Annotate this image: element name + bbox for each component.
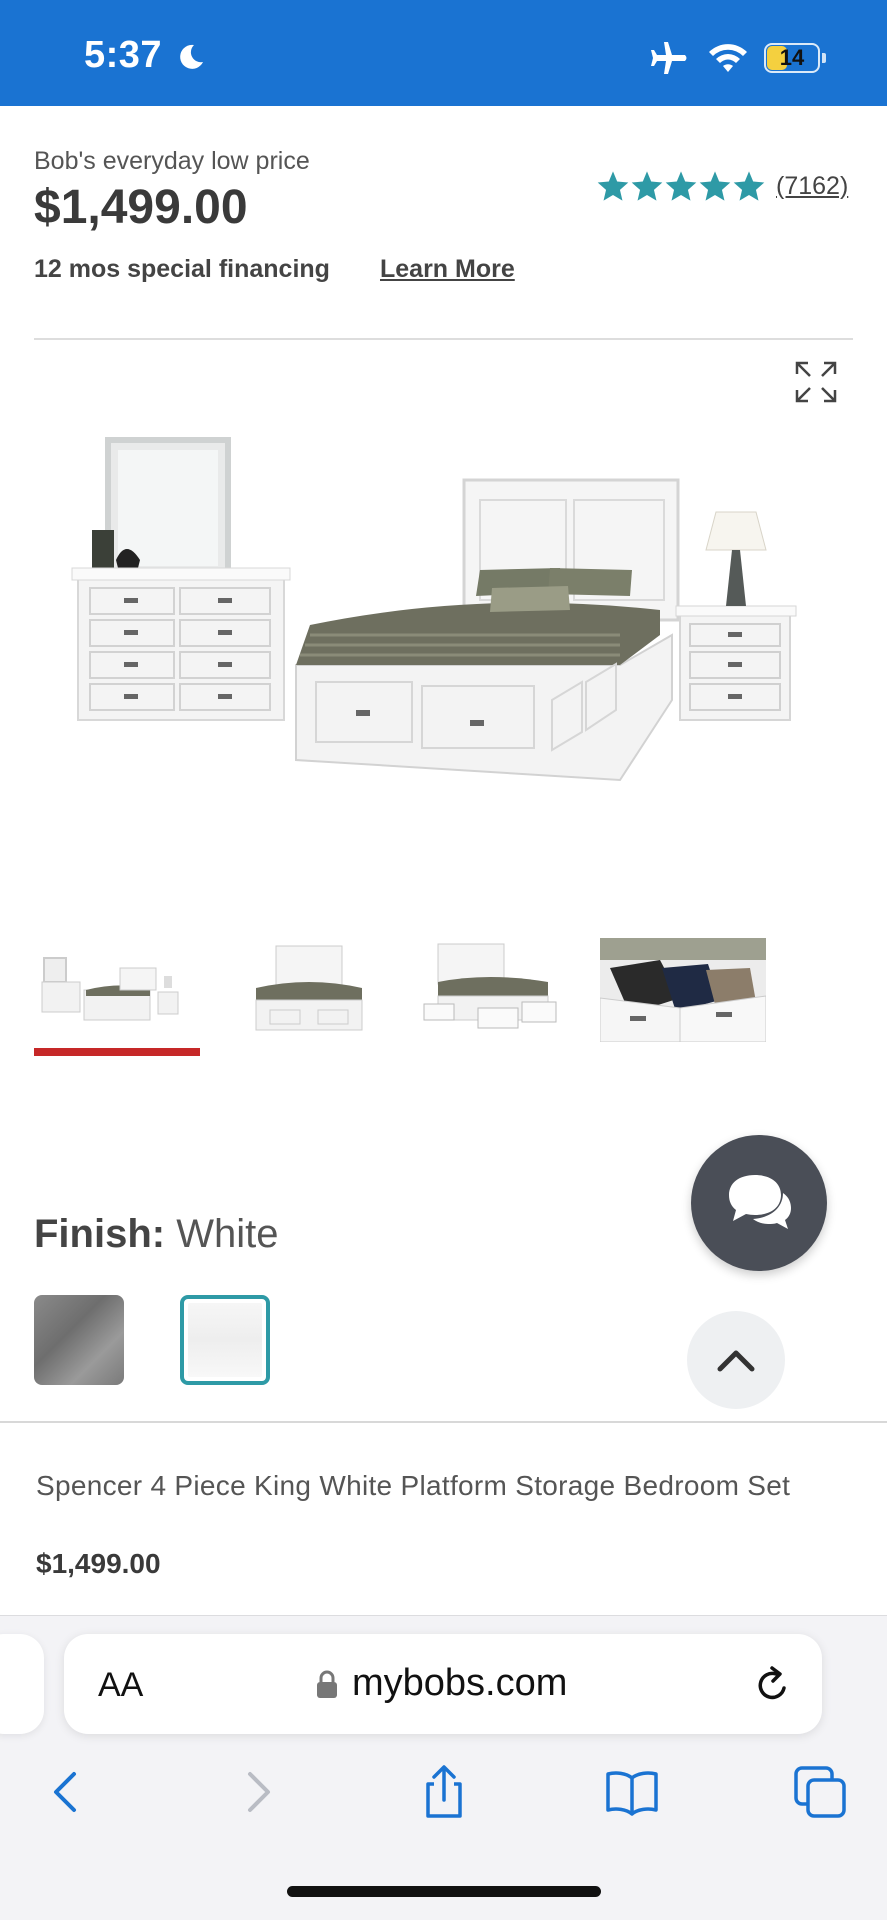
home-indicator[interactable]	[287, 1886, 601, 1897]
status-time: 5:37	[84, 34, 163, 76]
bedroom-set-image[interactable]	[60, 420, 820, 820]
learn-more-link[interactable]: Learn More	[380, 255, 515, 284]
address-bar[interactable]: AA mybobs.com	[64, 1634, 822, 1734]
star-icon	[631, 171, 663, 201]
battery-icon: 14	[764, 43, 826, 73]
moon-icon	[180, 44, 203, 69]
financing-text: 12 mos special financing	[34, 255, 330, 283]
lock-icon	[317, 1670, 337, 1698]
chat-icon	[729, 1175, 791, 1229]
product-price: $1,499.00	[34, 181, 248, 234]
star-icon	[733, 171, 765, 201]
thumbnail-bed-drawers-open[interactable]	[418, 938, 584, 1042]
share-icon[interactable]	[416, 1764, 472, 1820]
thumbnail-drawer-closeup[interactable]	[600, 938, 766, 1042]
scroll-to-top-button[interactable]	[687, 1311, 785, 1409]
star-icon	[699, 171, 731, 201]
forward-icon[interactable]	[230, 1764, 286, 1820]
swatch-gray[interactable]	[34, 1295, 124, 1385]
thumbnail-full-set[interactable]	[34, 938, 200, 1042]
rating-stars	[596, 170, 766, 202]
browser-toolbar: AA mybobs.com	[0, 1615, 887, 1920]
text-size-label: AA	[98, 1666, 144, 1704]
star-icon	[597, 171, 629, 201]
finish-title: Finish:	[34, 1212, 166, 1256]
battery-level: 14	[779, 45, 805, 70]
bookmarks-icon[interactable]	[604, 1764, 660, 1820]
text-size-button[interactable]: AA	[98, 1666, 143, 1705]
divider	[34, 338, 853, 340]
swatch-white[interactable]	[180, 1295, 270, 1385]
finish-value: White	[176, 1212, 279, 1256]
url-text: mybobs.com	[352, 1662, 568, 1704]
back-icon[interactable]	[38, 1764, 94, 1820]
price-label: Bob's everyday low price	[34, 147, 310, 175]
rating[interactable]: (7162)	[596, 168, 848, 204]
chevron-up-icon	[717, 1350, 755, 1372]
product-bar-price: $1,499.00	[36, 1548, 161, 1579]
thumbnail-bed[interactable]	[226, 938, 392, 1042]
previous-tab[interactable]	[0, 1634, 44, 1734]
airplane-icon	[651, 42, 687, 74]
expand-icon[interactable]	[794, 360, 838, 404]
sticky-product-bar: Spencer 4 Piece King White Platform Stor…	[0, 1421, 887, 1615]
star-icon	[665, 171, 697, 201]
reload-icon[interactable]	[754, 1664, 792, 1704]
finish-label: Finish: White	[34, 1212, 278, 1257]
screen: 5:37 14 Bob's everyday low price $1,499.…	[0, 0, 887, 1920]
status-bar: 5:37 14	[0, 0, 887, 106]
review-count-link[interactable]: (7162)	[776, 172, 848, 201]
chat-button[interactable]	[691, 1135, 827, 1271]
selected-thumbnail-indicator	[34, 1048, 200, 1056]
product-name: Spencer 4 Piece King White Platform Stor…	[36, 1470, 791, 1501]
wifi-icon	[709, 44, 747, 72]
tabs-icon[interactable]	[792, 1764, 848, 1820]
